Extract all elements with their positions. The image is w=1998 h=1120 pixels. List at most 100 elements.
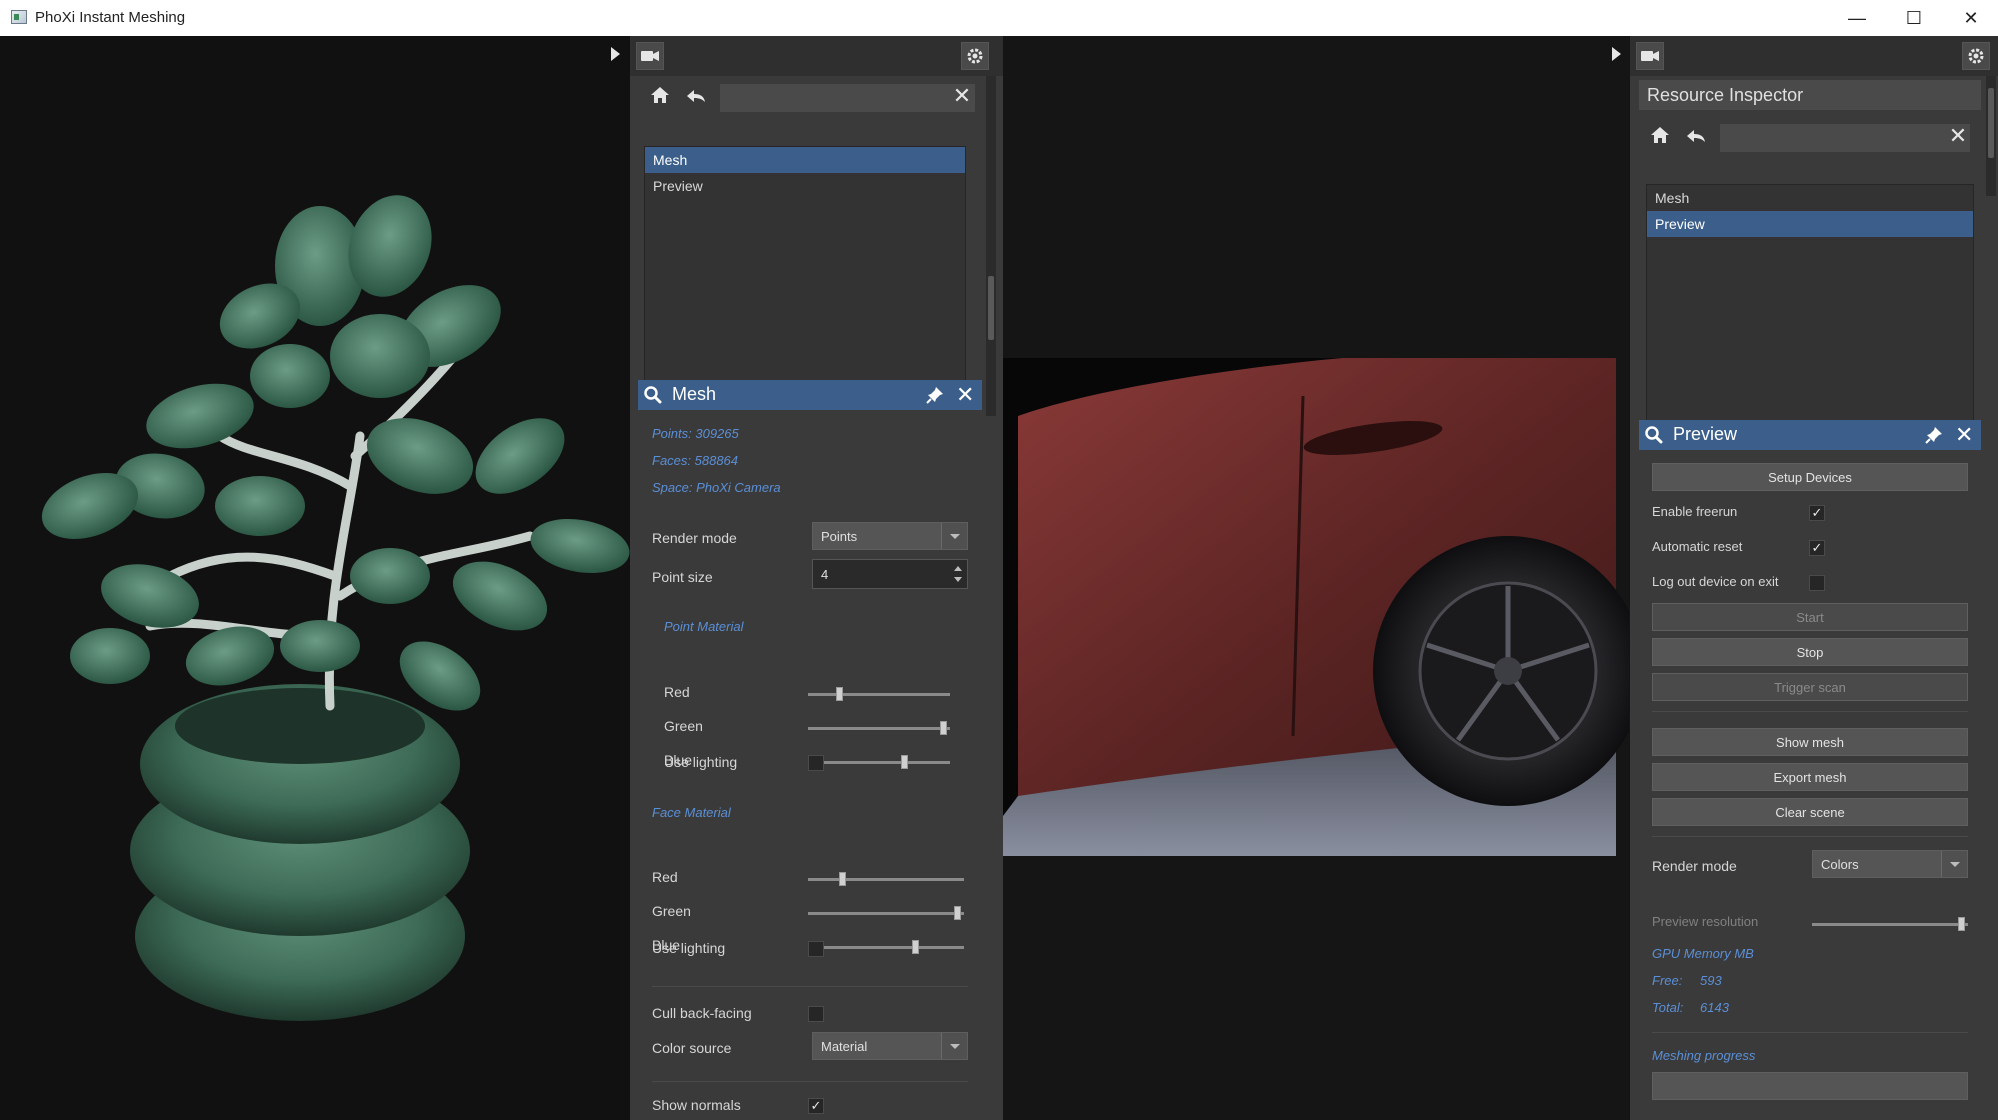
trigger-scan-button[interactable]: Trigger scan	[1652, 673, 1968, 701]
green-slider-thumb[interactable]	[940, 721, 948, 735]
scrollbar-thumb[interactable]	[1988, 88, 1994, 158]
show-normals-checkbox[interactable]: ✓	[808, 1098, 824, 1114]
resource-search-input[interactable]	[1720, 124, 1970, 152]
close-inspector-close-icon[interactable]: ✕	[1955, 422, 1973, 448]
preview-resolution-slider-track[interactable]	[1812, 923, 1968, 926]
render-mode-select[interactable]: Points	[812, 522, 968, 550]
settings-button[interactable]	[961, 42, 989, 70]
logout-on-exit-checkbox[interactable]	[1809, 575, 1825, 591]
gpu-free-label: Free:	[1652, 973, 1683, 988]
gear-icon	[967, 48, 983, 64]
scene-list: Mesh Preview	[644, 146, 966, 406]
resource-list-item[interactable]: Mesh	[1647, 185, 1973, 211]
blue-slider-thumb[interactable]	[912, 940, 920, 954]
spin-arrows-icon[interactable]	[953, 563, 963, 585]
green-slider-track[interactable]	[808, 912, 964, 915]
red-slider-thumb[interactable]	[839, 872, 847, 886]
close-inspector-close-icon[interactable]: ✕	[956, 382, 974, 408]
gpu-total-value: 6143	[1700, 1000, 1729, 1015]
title-bar: PhoXi Instant Meshing — ☐ ✕	[0, 0, 1998, 36]
expand-left-arrow-icon[interactable]	[611, 47, 620, 61]
blue-slider-thumb[interactable]	[901, 755, 909, 769]
preview-resolution-label: Preview resolution	[1652, 914, 1759, 929]
stop-button[interactable]: Stop	[1652, 638, 1968, 666]
setup-devices-button[interactable]: Setup Devices	[1652, 463, 1968, 491]
chevron-down-icon	[941, 1033, 967, 1059]
left-3d-viewport[interactable]	[0, 36, 630, 1120]
divider	[652, 986, 968, 987]
resource-inspector-title: Resource Inspector	[1639, 80, 1981, 110]
back-arrow-icon	[1687, 130, 1705, 142]
search-icon	[644, 386, 662, 409]
close-window-button[interactable]: ✕	[1942, 0, 1998, 36]
point-use-lighting-checkbox[interactable]	[808, 755, 824, 771]
start-button[interactable]: Start	[1652, 603, 1968, 631]
back-button[interactable]	[1686, 128, 1710, 150]
camera-button[interactable]	[1636, 42, 1664, 70]
automatic-reset-checkbox[interactable]: ✓	[1809, 540, 1825, 556]
show-mesh-button[interactable]: Show mesh	[1652, 728, 1968, 756]
gpu-total-label: Total:	[1652, 1000, 1684, 1015]
blue-slider-track[interactable]	[808, 946, 964, 949]
face-use-lighting-checkbox[interactable]	[808, 941, 824, 957]
center-panel-scrollbar[interactable]	[986, 76, 996, 416]
point-size-spinbox[interactable]: 4	[812, 559, 968, 589]
maximize-button[interactable]: ☐	[1885, 0, 1943, 36]
camera-icon	[641, 51, 659, 61]
right-panel-scrollbar[interactable]	[1986, 76, 1996, 196]
meshing-progress-bar	[1652, 1072, 1968, 1100]
face-use-lighting-label: Use lighting	[652, 940, 726, 956]
mesh-inspector-header: Mesh ✕	[638, 380, 982, 410]
divider	[1652, 1032, 1968, 1033]
red-slider-thumb[interactable]	[836, 687, 844, 701]
automatic-reset-label: Automatic reset	[1652, 539, 1743, 554]
resource-list: Mesh Preview	[1646, 184, 1974, 448]
back-button[interactable]	[686, 88, 710, 110]
red-slider-label: Red	[664, 684, 690, 700]
color-source-select[interactable]: Material	[812, 1032, 968, 1060]
red-slider-track[interactable]	[808, 693, 950, 696]
scene-search-input[interactable]	[720, 84, 975, 112]
point-use-lighting-label: Use lighting	[664, 754, 738, 770]
back-arrow-icon	[687, 90, 705, 102]
green-slider-label: Green	[652, 903, 691, 919]
scene-list-item[interactable]: Mesh	[645, 147, 965, 173]
expand-middle-arrow-icon[interactable]	[1612, 47, 1621, 61]
home-button[interactable]	[1650, 126, 1674, 150]
divider	[652, 1081, 968, 1082]
scene-list-item[interactable]: Preview	[645, 173, 965, 199]
settings-button[interactable]	[1962, 42, 1990, 70]
enable-freerun-checkbox[interactable]: ✓	[1809, 505, 1825, 521]
minimize-button[interactable]: —	[1828, 0, 1886, 36]
home-button[interactable]	[650, 86, 674, 110]
clear-search-close-icon[interactable]: ✕	[952, 83, 972, 108]
camera-button[interactable]	[636, 42, 664, 70]
blue-slider-track[interactable]	[808, 761, 950, 764]
center-panel-toolbar	[630, 36, 1003, 76]
camera-icon	[1641, 51, 1659, 61]
clear-search-close-icon[interactable]: ✕	[1948, 123, 1968, 148]
green-slider-thumb[interactable]	[954, 906, 962, 920]
faces-count-info: Faces: 588864	[652, 453, 739, 468]
preview-resolution-slider-thumb[interactable]	[1958, 917, 1966, 931]
right-side-panel: Resource Inspector ✕ Mesh Preview Preview…	[1630, 36, 1998, 1120]
scrollbar-thumb[interactable]	[988, 276, 994, 340]
red-slider-track[interactable]	[808, 878, 964, 881]
export-mesh-button[interactable]: Export mesh	[1652, 763, 1968, 791]
face-material-title: Face Material	[652, 805, 731, 820]
render-mode-select[interactable]: Colors	[1812, 850, 1968, 878]
render-mode-value: Points	[821, 529, 858, 544]
pin-icon[interactable]	[926, 386, 944, 409]
red-slider-label: Red	[652, 869, 678, 885]
cull-back-facing-checkbox[interactable]	[808, 1006, 824, 1022]
green-slider-track[interactable]	[808, 727, 950, 730]
close-icon: ✕	[1963, 7, 1979, 28]
clear-scene-button[interactable]: Clear scene	[1652, 798, 1968, 826]
divider	[1652, 836, 1968, 837]
inspector-title: Mesh	[672, 384, 717, 404]
resource-list-item[interactable]: Preview	[1647, 211, 1973, 237]
pin-icon[interactable]	[1925, 426, 1943, 449]
divider	[1652, 711, 1968, 712]
point-size-value: 4	[821, 567, 829, 582]
middle-3d-viewport[interactable]	[1003, 36, 1629, 1120]
